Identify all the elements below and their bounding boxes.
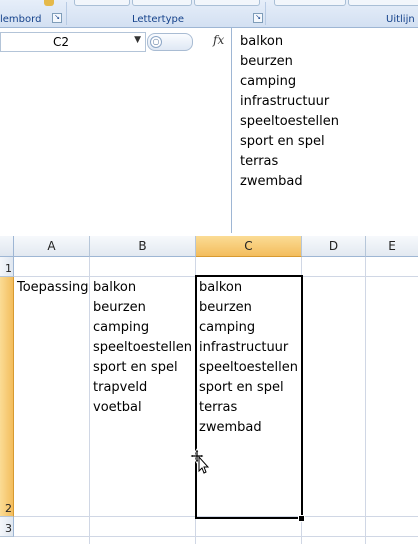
formula-bar-left-blank xyxy=(0,54,231,234)
cell-b2-line: beurzen xyxy=(93,300,146,315)
column-header-a[interactable]: A xyxy=(14,236,90,257)
formula-line: zwembad xyxy=(240,174,303,189)
gridline xyxy=(14,536,418,537)
cell-b2-line: speeltoestellen xyxy=(93,340,193,355)
dialog-launcher-icon[interactable]: ↘ xyxy=(253,13,263,23)
row-header-2[interactable]: 2 xyxy=(0,277,14,517)
formula-line: terras xyxy=(240,154,279,169)
formula-line: sport en spel xyxy=(240,134,325,149)
spreadsheet-grid[interactable]: A B C D E 1 2 3 Toepassing balkon beurze… xyxy=(0,236,418,544)
formula-input[interactable]: balkon beurzen camping infrastructuur sp… xyxy=(231,28,418,233)
formula-bar-area: C2 ▼ ○ fx balkon beurzen camping infrast… xyxy=(0,28,418,234)
formula-line: speeltoestellen xyxy=(240,114,340,129)
dialog-launcher-icon[interactable]: ↘ xyxy=(52,13,62,23)
column-header-e[interactable]: E xyxy=(366,236,418,257)
ribbon-group-label: lembord xyxy=(0,14,42,25)
column-header-c[interactable]: C xyxy=(196,236,302,257)
cell-a2[interactable]: Toepassing xyxy=(17,280,89,295)
ribbon-group-font: Lettertype ↘ xyxy=(68,0,264,27)
ribbon-group-label: Lettertype xyxy=(132,14,184,25)
move-cursor-icon xyxy=(190,448,210,474)
row-number: 3 xyxy=(5,522,12,535)
cell-b2-line: balkon xyxy=(93,280,137,295)
cell-b2-line: trapveld xyxy=(93,380,148,395)
row-header-3[interactable]: 3 xyxy=(0,517,14,537)
column-header-d[interactable]: D xyxy=(302,236,366,257)
row-number: 1 xyxy=(5,262,12,275)
ribbon-group-label: Uitlijn xyxy=(386,14,415,25)
active-cell-border[interactable] xyxy=(195,275,303,519)
formula-line: balkon xyxy=(240,34,284,49)
insert-function-icon[interactable]: fx xyxy=(213,33,224,47)
formula-line: infrastructuur xyxy=(240,94,330,109)
fill-handle[interactable] xyxy=(298,515,305,522)
formula-buttons: ○ fx xyxy=(147,32,231,51)
ribbon: lembord ↘ Lettertype ↘ Uitlijn xyxy=(0,0,418,28)
row-header-1[interactable]: 1 xyxy=(0,257,14,277)
ribbon-separator xyxy=(265,2,266,25)
formula-pill: ○ xyxy=(147,33,193,51)
collapse-circle-icon[interactable]: ○ xyxy=(150,36,162,48)
formula-line: camping xyxy=(240,74,297,89)
row-number: 2 xyxy=(5,502,12,515)
ribbon-separator xyxy=(66,2,67,25)
chevron-down-icon[interactable]: ▼ xyxy=(134,35,141,45)
column-header-b[interactable]: B xyxy=(90,236,196,257)
ribbon-group-alignment: Uitlijn xyxy=(268,0,418,27)
gridline xyxy=(365,257,366,544)
ribbon-group-clipboard: lembord ↘ xyxy=(0,0,64,27)
name-box-value: C2 xyxy=(53,35,70,49)
select-all-corner[interactable] xyxy=(0,236,14,257)
gridline xyxy=(89,257,90,544)
cell-b2-line: camping xyxy=(93,320,150,335)
name-box[interactable]: C2 ▼ xyxy=(0,32,146,52)
cell-b2-line: voetbal xyxy=(93,400,142,415)
formula-line: beurzen xyxy=(240,54,293,69)
cell-b2-line: sport en spel xyxy=(93,360,178,375)
